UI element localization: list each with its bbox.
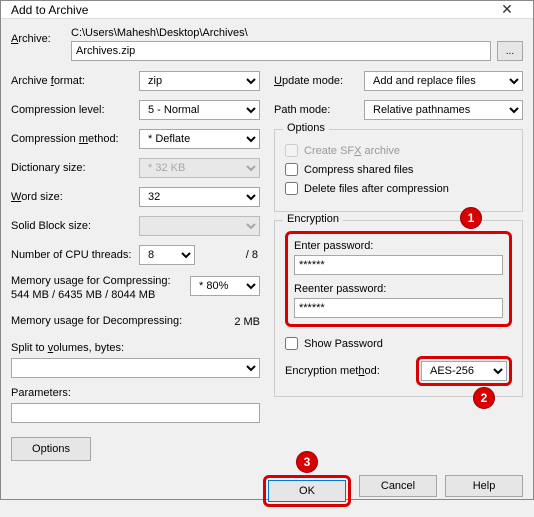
options-fieldset: Options Create SFX archive Compress shar… — [274, 129, 523, 212]
compressshared-checkbox[interactable] — [285, 163, 298, 176]
compressshared-row: Compress shared files — [285, 163, 512, 176]
splitvolumes-label: Split to volumes, bytes: — [11, 341, 260, 355]
splitvolumes-select[interactable] — [11, 358, 260, 378]
reenterpassword-label: Reenter password: — [294, 283, 503, 295]
compressshared-label: Compress shared files — [304, 164, 413, 176]
wordsize-label: Word size: — [11, 191, 139, 203]
annotation-badge-3: 3 — [296, 451, 318, 473]
sfx-label: Create SFX archive — [304, 145, 400, 157]
ok-button[interactable]: OK — [268, 480, 346, 502]
solidblock-label: Solid Block size: — [11, 220, 139, 232]
cputhreads-select[interactable]: 8 — [139, 245, 195, 265]
archive-row: Archive: C:\Users\Mahesh\Desktop\Archive… — [11, 27, 523, 61]
solidblock-select[interactable] — [139, 216, 260, 236]
encryption-legend: Encryption — [283, 213, 343, 225]
cputhreads-total: / 8 — [240, 249, 260, 261]
sfx-row: Create SFX archive — [285, 144, 512, 157]
complevel-select[interactable]: 5 - Normal — [139, 100, 260, 120]
pathmode-label: Path mode: — [274, 104, 364, 116]
help-button[interactable]: Help — [445, 475, 523, 497]
memcompress-label: Memory usage for Compressing: — [11, 274, 190, 288]
pathmode-select[interactable]: Relative pathnames — [364, 100, 523, 120]
archive-right: C:\Users\Mahesh\Desktop\Archives\ ... — [71, 27, 523, 61]
ok-wrap: 3 OK — [263, 475, 351, 507]
memdecompress-value: 2 MB — [220, 316, 260, 328]
memdecompress-label: Memory usage for Decompressing: — [11, 314, 220, 328]
parameters-label: Parameters: — [11, 386, 260, 400]
compmethod-select[interactable]: * Deflate — [139, 129, 260, 149]
archive-filename-input[interactable] — [71, 41, 491, 61]
compmethod-label: Compression method: — [11, 133, 139, 145]
right-column: Update mode: Add and replace files Path … — [274, 71, 523, 461]
cputhreads-label: Number of CPU threads: — [11, 249, 139, 261]
memcompress-detail: 544 MB / 6435 MB / 8044 MB — [11, 288, 190, 302]
archive-path: C:\Users\Mahesh\Desktop\Archives\ — [71, 27, 523, 39]
archive-label: Archive: — [11, 27, 71, 45]
memcompress-select[interactable]: * 80% — [190, 276, 260, 296]
dictsize-label: Dictionary size: — [11, 162, 139, 174]
showpassword-checkbox[interactable] — [285, 337, 298, 350]
enterpassword-input[interactable] — [294, 255, 503, 275]
deleteafter-row: Delete files after compression — [285, 182, 512, 195]
complevel-label: Compression level: — [11, 104, 139, 116]
dialog-body: Archive: C:\Users\Mahesh\Desktop\Archive… — [1, 19, 533, 467]
left-column: Archive format: zip Compression level: 5… — [11, 71, 260, 461]
ok-highlight: OK — [263, 475, 351, 507]
options-button[interactable]: Options — [11, 437, 91, 461]
dictsize-select[interactable]: * 32 KB — [139, 158, 260, 178]
showpassword-row: Show Password — [285, 337, 512, 350]
titlebar: Add to Archive ✕ — [1, 1, 533, 19]
deleteafter-label: Delete files after compression — [304, 183, 449, 195]
dialog-window: Add to Archive ✕ Archive: C:\Users\Mahes… — [0, 0, 534, 500]
close-icon[interactable]: ✕ — [487, 1, 527, 18]
reenterpassword-input[interactable] — [294, 298, 503, 318]
format-label: Archive format: — [11, 75, 139, 87]
password-highlight: Enter password: Reenter password: — [285, 231, 512, 327]
deleteafter-checkbox[interactable] — [285, 182, 298, 195]
showpassword-label: Show Password — [304, 338, 383, 350]
updatemode-label: Update mode: — [274, 75, 364, 87]
cancel-button[interactable]: Cancel — [359, 475, 437, 497]
format-select[interactable]: zip — [139, 71, 260, 91]
annotation-badge-2: 2 — [473, 387, 495, 409]
encmethod-select[interactable]: AES-256 — [421, 361, 507, 381]
window-title: Add to Archive — [11, 3, 88, 17]
encryption-fieldset: Encryption 1 Enter password: Reenter pas… — [274, 220, 523, 397]
sfx-checkbox — [285, 144, 298, 157]
encmethod-highlight: AES-256 2 — [416, 356, 512, 386]
enterpassword-label: Enter password: — [294, 240, 503, 252]
parameters-input[interactable] — [11, 403, 260, 423]
columns: Archive format: zip Compression level: 5… — [11, 71, 523, 461]
annotation-badge-1: 1 — [460, 207, 482, 229]
encmethod-label: Encryption method: — [285, 365, 416, 377]
updatemode-select[interactable]: Add and replace files — [364, 71, 523, 91]
wordsize-select[interactable]: 32 — [139, 187, 260, 207]
options-legend: Options — [283, 122, 329, 134]
browse-button[interactable]: ... — [497, 41, 523, 61]
footer: 3 OK Cancel Help — [1, 467, 533, 517]
